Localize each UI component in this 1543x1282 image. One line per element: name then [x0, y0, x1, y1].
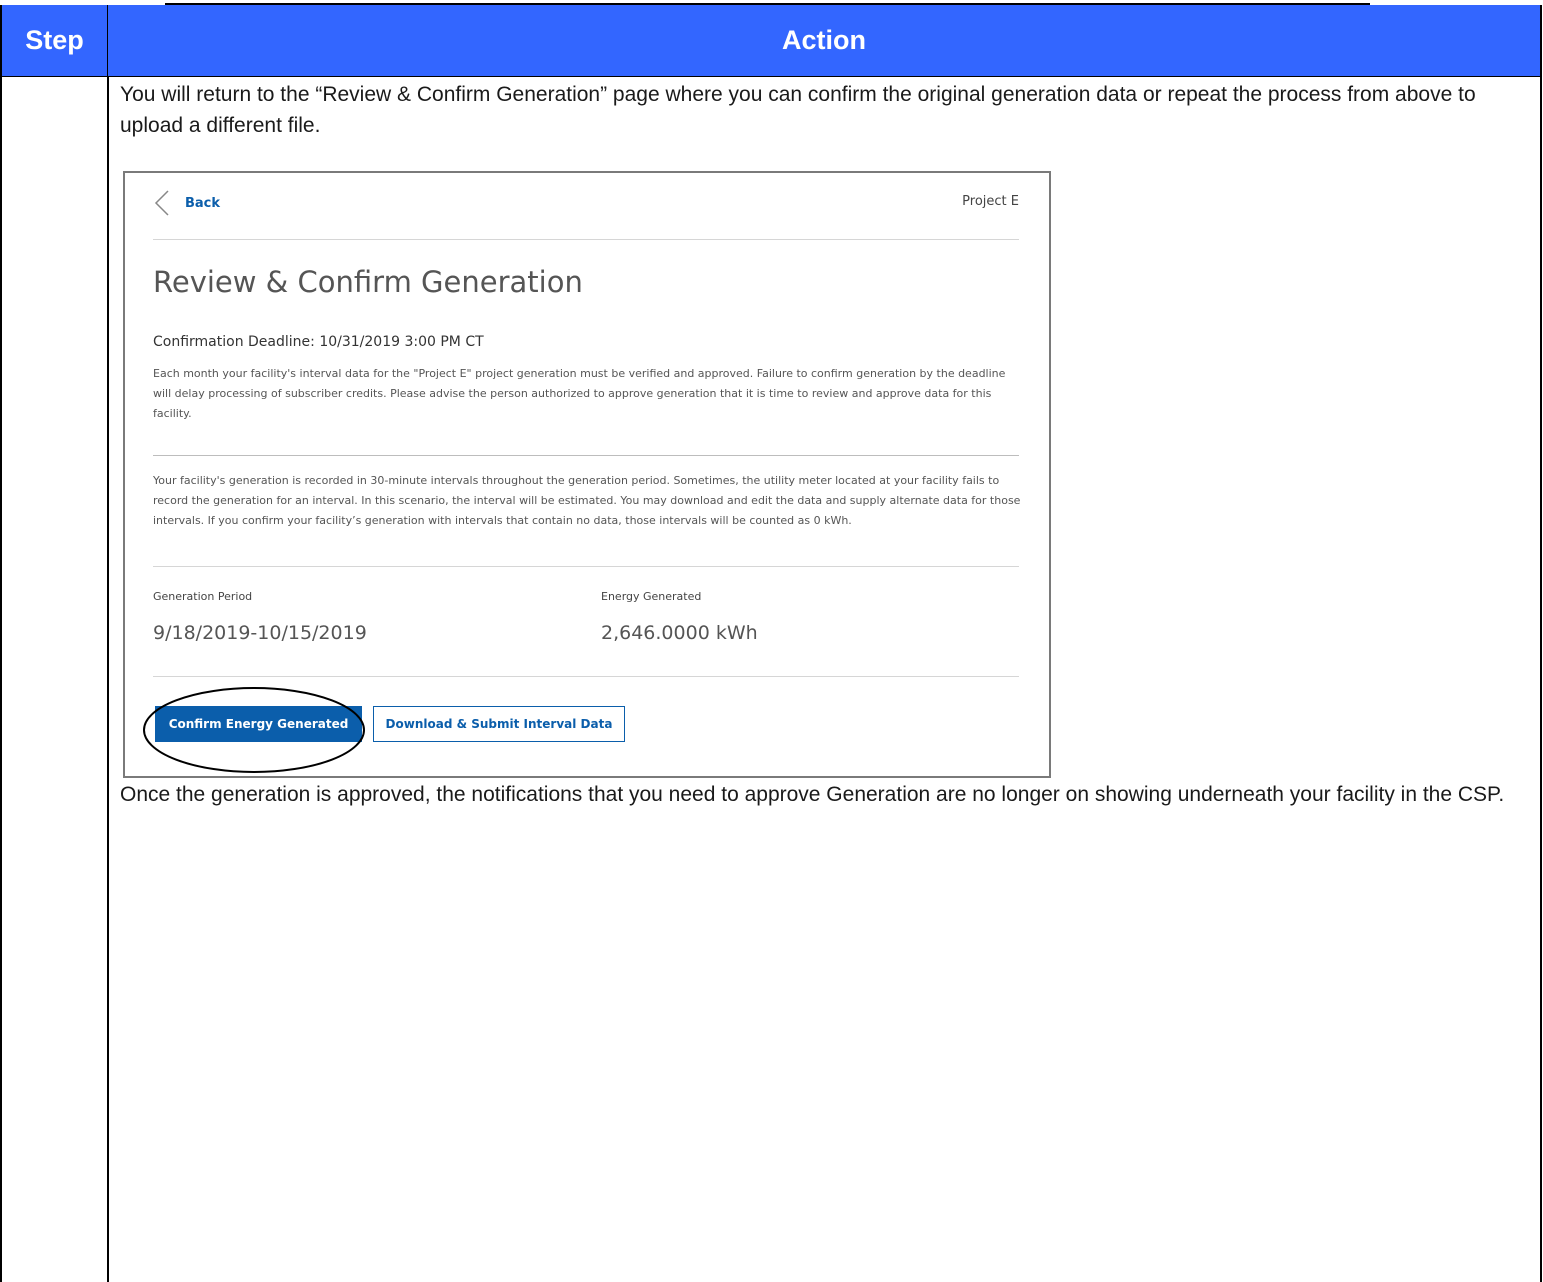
chevron-left-icon — [154, 190, 169, 216]
project-name: Project E — [962, 194, 1019, 209]
table-header: Step Action — [2, 5, 1540, 76]
row-divider — [2, 76, 1540, 77]
confirm-energy-button[interactable]: Confirm Energy Generated — [155, 706, 362, 742]
download-interval-data-button[interactable]: Download & Submit Interval Data — [373, 706, 625, 742]
description-paragraph-1: Each month your facility's interval data… — [153, 367, 1006, 420]
description-paragraph-2: Your facility's generation is recorded i… — [153, 474, 1021, 527]
confirmation-deadline: Confirmation Deadline: 10/31/2019 3:00 P… — [153, 334, 484, 350]
column-divider — [107, 76, 109, 1282]
divider — [153, 566, 1019, 567]
intro-paragraph: You will return to the “Review & Confirm… — [120, 83, 1476, 137]
divider — [153, 455, 1019, 456]
outro-paragraph: Once the generation is approved, the not… — [120, 783, 1505, 806]
header-action: Action — [782, 25, 866, 55]
back-label: Back — [185, 195, 221, 211]
generation-period-label: Generation Period — [153, 590, 253, 603]
embedded-screenshot: Back Project E Review & Confirm Generati… — [123, 171, 1051, 778]
back-link[interactable]: Back — [153, 189, 220, 217]
divider — [153, 239, 1019, 240]
energy-generated-label: Energy Generated — [601, 590, 702, 603]
energy-generated-value: 2,646.0000 kWh — [601, 622, 758, 644]
page-title: Review & Confirm Generation — [153, 265, 583, 299]
header-step: Step — [25, 25, 84, 55]
divider — [153, 676, 1019, 677]
instruction-table: Step Action You will return to the “Revi… — [0, 5, 1542, 1282]
generation-period-value: 9/18/2019-10/15/2019 — [153, 622, 367, 644]
